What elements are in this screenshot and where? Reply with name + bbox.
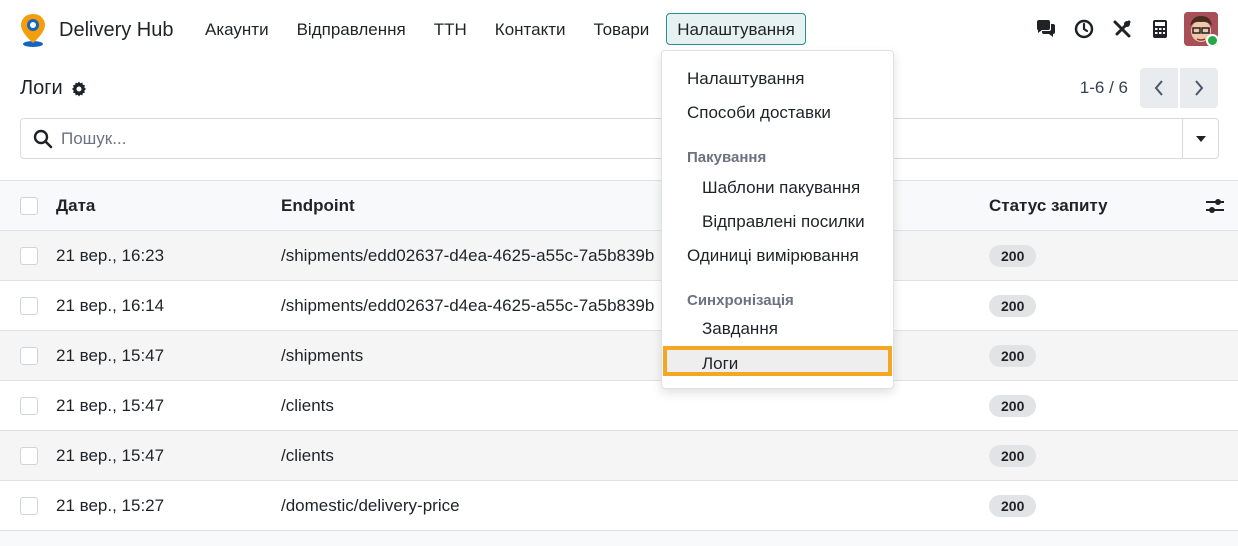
chat-icon[interactable] [1034, 17, 1058, 41]
search-options-toggle[interactable] [1182, 119, 1218, 158]
table-footer [0, 531, 1238, 546]
location-pin-logo-icon [21, 14, 45, 47]
status-badge: 200 [989, 394, 1037, 417]
row-checkbox[interactable] [20, 346, 38, 365]
table-row[interactable]: 21 вер., 16:14 /shipments/edd02637-d4ea-… [0, 281, 1238, 331]
page-title: Логи [20, 77, 63, 99]
dropdown-item-logs[interactable]: Логи [663, 346, 892, 376]
pager-previous-button[interactable] [1140, 68, 1178, 108]
search-bar [20, 118, 1219, 159]
column-header-date[interactable]: Дата [56, 196, 95, 216]
row-checkbox[interactable] [20, 446, 38, 465]
dropdown-item-delivery-methods[interactable]: Способи доставки [662, 103, 893, 123]
chevron-right-icon [1195, 80, 1204, 96]
row-checkbox[interactable] [20, 296, 38, 315]
cell-endpoint: /shipments [281, 345, 364, 365]
cell-date: 21 вер., 15:47 [56, 445, 165, 465]
dropdown-section-sync: Синхронізація [687, 292, 794, 309]
cell-date: 21 вер., 16:14 [56, 295, 165, 315]
user-avatar[interactable] [1184, 12, 1218, 46]
pager-next-button[interactable] [1180, 68, 1218, 108]
menu-shipments[interactable]: Відправлення [286, 13, 417, 45]
select-all-checkbox[interactable] [20, 196, 38, 215]
cell-endpoint: /clients [281, 395, 334, 415]
menu-products[interactable]: Товари [583, 13, 661, 45]
cell-endpoint: /domestic/delivery-price [281, 495, 460, 515]
table-row[interactable]: 21 вер., 15:47 /shipments 200 [0, 331, 1238, 381]
dropdown-item-packaging-templates[interactable]: Шаблони пакування [662, 178, 893, 198]
menu-accounts[interactable]: Акаунти [194, 13, 280, 45]
status-badge: 200 [989, 344, 1037, 367]
gear-icon[interactable] [71, 81, 87, 97]
search-input[interactable] [61, 128, 1161, 149]
online-status-icon [1206, 34, 1218, 46]
clock-icon[interactable] [1072, 17, 1096, 41]
table-header: Дата Endpoint Статус запиту [0, 180, 1238, 231]
chevron-left-icon [1154, 80, 1163, 96]
cell-endpoint: /shipments/edd02637-d4ea-4625-a55c-7a5b8… [281, 245, 655, 265]
row-checkbox[interactable] [20, 396, 38, 415]
dropdown-section-packaging: Пакування [687, 149, 767, 166]
cell-date: 21 вер., 15:27 [56, 495, 165, 515]
menu-ttn[interactable]: ТТН [423, 13, 478, 45]
tools-icon[interactable] [1110, 17, 1134, 41]
cell-endpoint: /shipments/edd02637-d4ea-4625-a55c-7a5b8… [281, 295, 655, 315]
calculator-icon[interactable] [1148, 17, 1172, 41]
status-badge: 200 [989, 294, 1037, 317]
status-badge: 200 [989, 444, 1037, 467]
table-row[interactable]: 21 вер., 16:23 /shipments/edd02637-d4ea-… [0, 231, 1238, 281]
column-settings-icon[interactable] [1204, 195, 1226, 217]
row-checkbox[interactable] [20, 246, 38, 265]
dropdown-item-units[interactable]: Одиниці вимірювання [662, 246, 893, 266]
brand[interactable]: Delivery Hub [18, 12, 173, 48]
column-header-status[interactable]: Статус запиту [989, 196, 1108, 216]
logs-table: Дата Endpoint Статус запиту 21 вер., 16:… [0, 180, 1238, 546]
search-icon [33, 129, 53, 148]
cell-date: 21 вер., 15:47 [56, 345, 165, 365]
column-header-endpoint[interactable]: Endpoint [281, 196, 355, 216]
status-badge: 200 [989, 494, 1037, 517]
dropdown-item-tasks[interactable]: Завдання [662, 319, 893, 339]
dropdown-item-settings[interactable]: Налаштування [662, 69, 893, 89]
systray [1020, 12, 1218, 46]
cell-date: 21 вер., 15:47 [56, 395, 165, 415]
table-row[interactable]: 21 вер., 15:47 /clients 200 [0, 381, 1238, 431]
pager-value[interactable]: 1-6 / 6 [1080, 78, 1128, 98]
caret-down-icon [1195, 135, 1206, 142]
status-badge: 200 [989, 244, 1037, 267]
table-row[interactable]: 21 вер., 15:47 /clients 200 [0, 431, 1238, 481]
row-checkbox[interactable] [20, 496, 38, 515]
settings-dropdown-menu: Налаштування Способи доставки Пакування … [661, 50, 894, 389]
dropdown-item-sent-parcels[interactable]: Відправлені посилки [662, 212, 893, 232]
breadcrumb: Логи [20, 77, 87, 100]
table-row[interactable]: 21 вер., 15:27 /domestic/delivery-price … [0, 481, 1238, 531]
cell-date: 21 вер., 16:23 [56, 245, 165, 265]
cell-endpoint: /clients [281, 445, 334, 465]
top-navbar: Delivery Hub Акаунти Відправлення ТТН Ко… [0, 0, 1238, 62]
pager: 1-6 / 6 [1080, 68, 1218, 108]
main-menu: Акаунти Відправлення ТТН Контакти Товари… [194, 13, 812, 45]
menu-settings[interactable]: Налаштування [666, 13, 806, 45]
menu-contacts[interactable]: Контакти [484, 13, 577, 45]
app-name: Delivery Hub [59, 18, 174, 41]
